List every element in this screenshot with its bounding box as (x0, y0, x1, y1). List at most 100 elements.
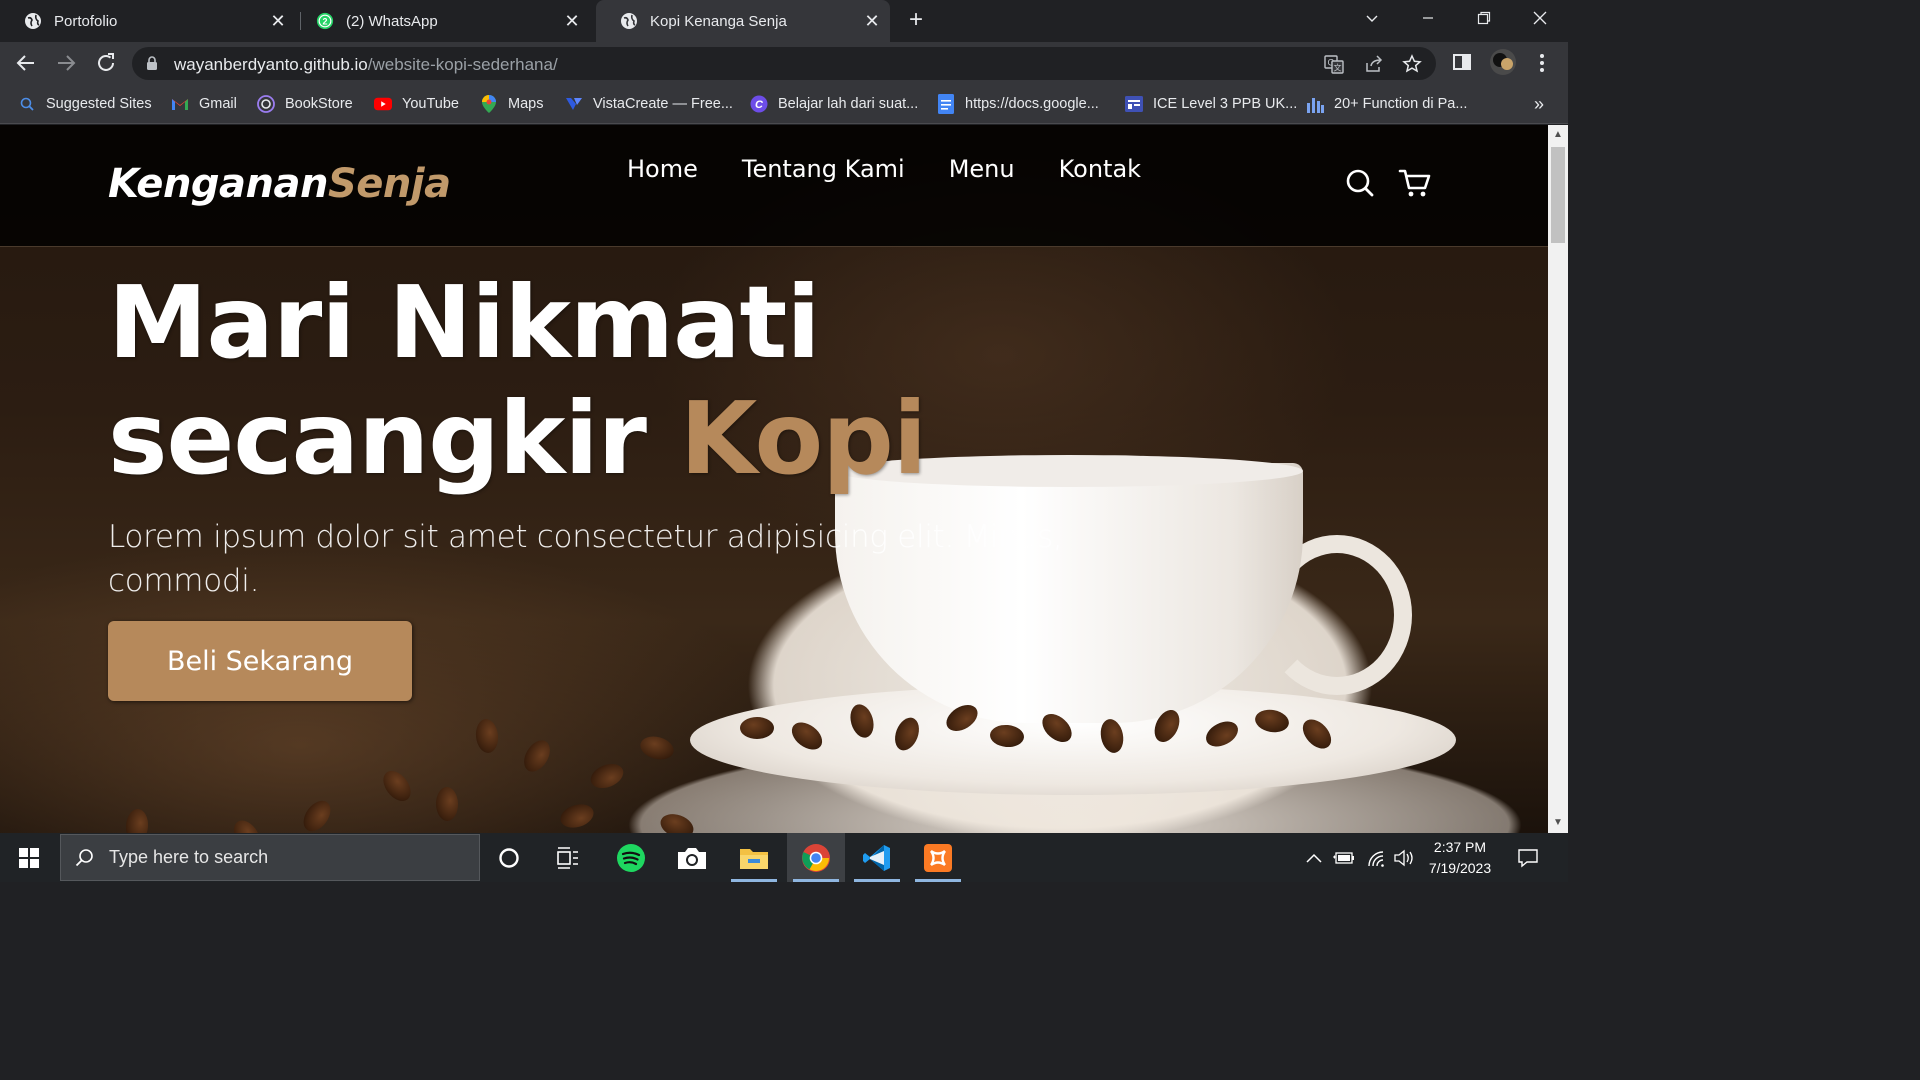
volume-icon[interactable] (1390, 833, 1418, 882)
canva-icon: C (750, 95, 768, 113)
minimize-button[interactable] (1400, 0, 1456, 36)
forward-arrow-icon[interactable] (54, 51, 78, 75)
more-bookmarks-button[interactable]: » (1534, 94, 1544, 114)
nav-kontak[interactable]: Kontak (1059, 155, 1141, 183)
page-scrollbar[interactable]: ▲ ▼ (1548, 125, 1568, 833)
bookmark-google-docs[interactable]: https://docs.google... (937, 94, 1099, 114)
profile-avatar[interactable] (1489, 48, 1517, 76)
battery-icon[interactable] (1330, 833, 1358, 882)
bookmark-label: VistaCreate — Free... (593, 96, 733, 112)
site-logo[interactable]: KengananSenja (108, 161, 451, 207)
url-text[interactable]: wayanberdyanto.github.io/website-kopi-se… (174, 55, 558, 75)
wifi-icon[interactable] (1362, 833, 1390, 882)
file-explorer-icon[interactable] (725, 833, 783, 882)
hero-title-accent: Kopi (679, 380, 927, 497)
kebab-menu-icon[interactable] (1530, 51, 1554, 75)
bookmark-youtube[interactable]: YouTube (374, 94, 459, 114)
bookmark-belajar[interactable]: C Belajar lah dari suat... (750, 94, 918, 114)
taskbar-search-input[interactable]: Type here to search (60, 834, 480, 881)
bookmark-label: Maps (508, 96, 544, 112)
xampp-icon[interactable] (909, 833, 967, 882)
search-icon[interactable] (1344, 167, 1376, 199)
bookmark-label: https://docs.google... (965, 96, 1099, 112)
bookmark-label: Belajar lah dari suat... (778, 96, 919, 112)
cortana-icon[interactable] (480, 833, 538, 882)
youtube-icon (374, 95, 392, 113)
bookmark-label: Gmail (199, 96, 237, 112)
bookmark-gmail[interactable]: Gmail (171, 94, 237, 114)
hero-content: Mari Nikmati secangkir Kopi Lorem ipsum … (108, 265, 1068, 603)
logo-accent: Senja (327, 161, 451, 207)
tab-title: Kopi Kenanga Senja (650, 12, 787, 30)
close-icon[interactable]: ✕ (562, 11, 582, 31)
nav-menu[interactable]: Menu (949, 155, 1015, 183)
camera-icon[interactable] (663, 833, 721, 882)
spotify-icon[interactable] (602, 833, 660, 882)
back-arrow-icon[interactable] (14, 51, 38, 75)
close-icon[interactable]: ✕ (268, 11, 288, 31)
hero-description: Lorem ipsum dolor sit amet consectetur a… (108, 519, 1063, 599)
bookmark-function[interactable]: 20+ Function di Pa... (1306, 94, 1467, 114)
beli-sekarang-button[interactable]: Beli Sekarang (108, 621, 412, 701)
tab-portofolio[interactable]: Portofolio ✕ (0, 0, 296, 42)
side-panel-icon[interactable] (1451, 51, 1475, 75)
vscode-icon[interactable] (848, 833, 906, 882)
url-path: /website-kopi-sederhana/ (367, 55, 558, 74)
scrollbar-thumb[interactable] (1551, 147, 1565, 243)
scroll-up-arrow-icon[interactable]: ▲ (1552, 129, 1564, 141)
svg-text:C: C (755, 99, 764, 111)
nav-links: Home Tentang Kami Menu Kontak (627, 155, 1141, 183)
task-view-icon[interactable] (539, 833, 597, 882)
nav-tentang-kami[interactable]: Tentang Kami (742, 155, 905, 183)
search-placeholder: Type here to search (109, 847, 269, 867)
tab-search-chevron-icon[interactable] (1344, 0, 1400, 36)
bookmark-ice-level[interactable]: ICE Level 3 PPB UK... (1125, 94, 1297, 114)
logo-main: Kenganan (108, 161, 328, 207)
tab-whatsapp[interactable]: 2 (2) WhatsApp ✕ (292, 0, 590, 42)
bookmark-bookstore[interactable]: BookStore (257, 94, 353, 114)
windows-start-button[interactable] (0, 833, 58, 882)
bookmarks-bar: Suggested Sites Gmail BookStore YouTube … (0, 84, 1568, 124)
chrome-icon[interactable] (787, 833, 845, 882)
tab-title: (2) WhatsApp (346, 12, 438, 30)
star-icon[interactable] (1402, 54, 1422, 74)
lock-icon[interactable] (146, 56, 158, 76)
hero-title-line2: secangkir (108, 380, 647, 497)
notification-center-icon[interactable] (1510, 833, 1546, 882)
bookmark-maps[interactable]: Maps (480, 94, 543, 114)
hero-title: Mari Nikmati secangkir Kopi (108, 265, 1068, 497)
new-tab-button[interactable]: + (904, 8, 928, 33)
maps-icon (480, 95, 498, 113)
hero-title-line1: Mari Nikmati (108, 264, 821, 381)
forms-icon (1125, 95, 1143, 113)
system-clock[interactable]: 2:37 PM 7/19/2023 (1418, 837, 1502, 879)
restore-button[interactable] (1456, 0, 1512, 36)
share-icon[interactable] (1364, 54, 1384, 74)
bookmark-vistacreate[interactable]: VistaCreate — Free... (565, 94, 733, 114)
vistacreate-icon (565, 95, 583, 113)
translate-icon[interactable]: G文 (1324, 54, 1344, 74)
scroll-down-arrow-icon[interactable]: ▼ (1552, 817, 1564, 829)
bookmark-label: BookStore (285, 96, 353, 112)
address-bar[interactable]: wayanberdyanto.github.io/website-kopi-se… (132, 47, 1436, 80)
globe-icon (24, 12, 42, 30)
bookstore-icon (257, 95, 275, 113)
search-icon (75, 848, 95, 868)
site-navbar: KengananSenja Home Tentang Kami Menu Kon… (0, 125, 1548, 247)
bookmark-label: Suggested Sites (46, 96, 152, 112)
page-viewport: KengananSenja Home Tentang Kami Menu Kon… (0, 125, 1548, 833)
svg-text:文: 文 (1334, 63, 1342, 73)
browser-toolbar: wayanberdyanto.github.io/website-kopi-se… (0, 42, 1568, 84)
close-window-button[interactable] (1512, 0, 1568, 36)
bookmark-suggested-sites[interactable]: Suggested Sites (18, 94, 152, 114)
clock-time: 2:37 PM (1433, 839, 1487, 855)
bookmark-label: ICE Level 3 PPB UK... (1153, 96, 1298, 112)
tab-kopi-kenanga-senja[interactable]: Kopi Kenanga Senja ✕ (596, 0, 890, 42)
show-hidden-icons-chevron-icon[interactable] (1300, 833, 1328, 882)
shopping-cart-icon[interactable] (1398, 167, 1431, 199)
nav-home[interactable]: Home (627, 155, 698, 183)
reload-icon[interactable] (94, 51, 118, 75)
windows-taskbar: Type here to search 2:37 PM 7/19/2023 (0, 833, 1568, 882)
close-icon[interactable]: ✕ (862, 11, 882, 31)
bookmark-label: YouTube (402, 96, 459, 112)
